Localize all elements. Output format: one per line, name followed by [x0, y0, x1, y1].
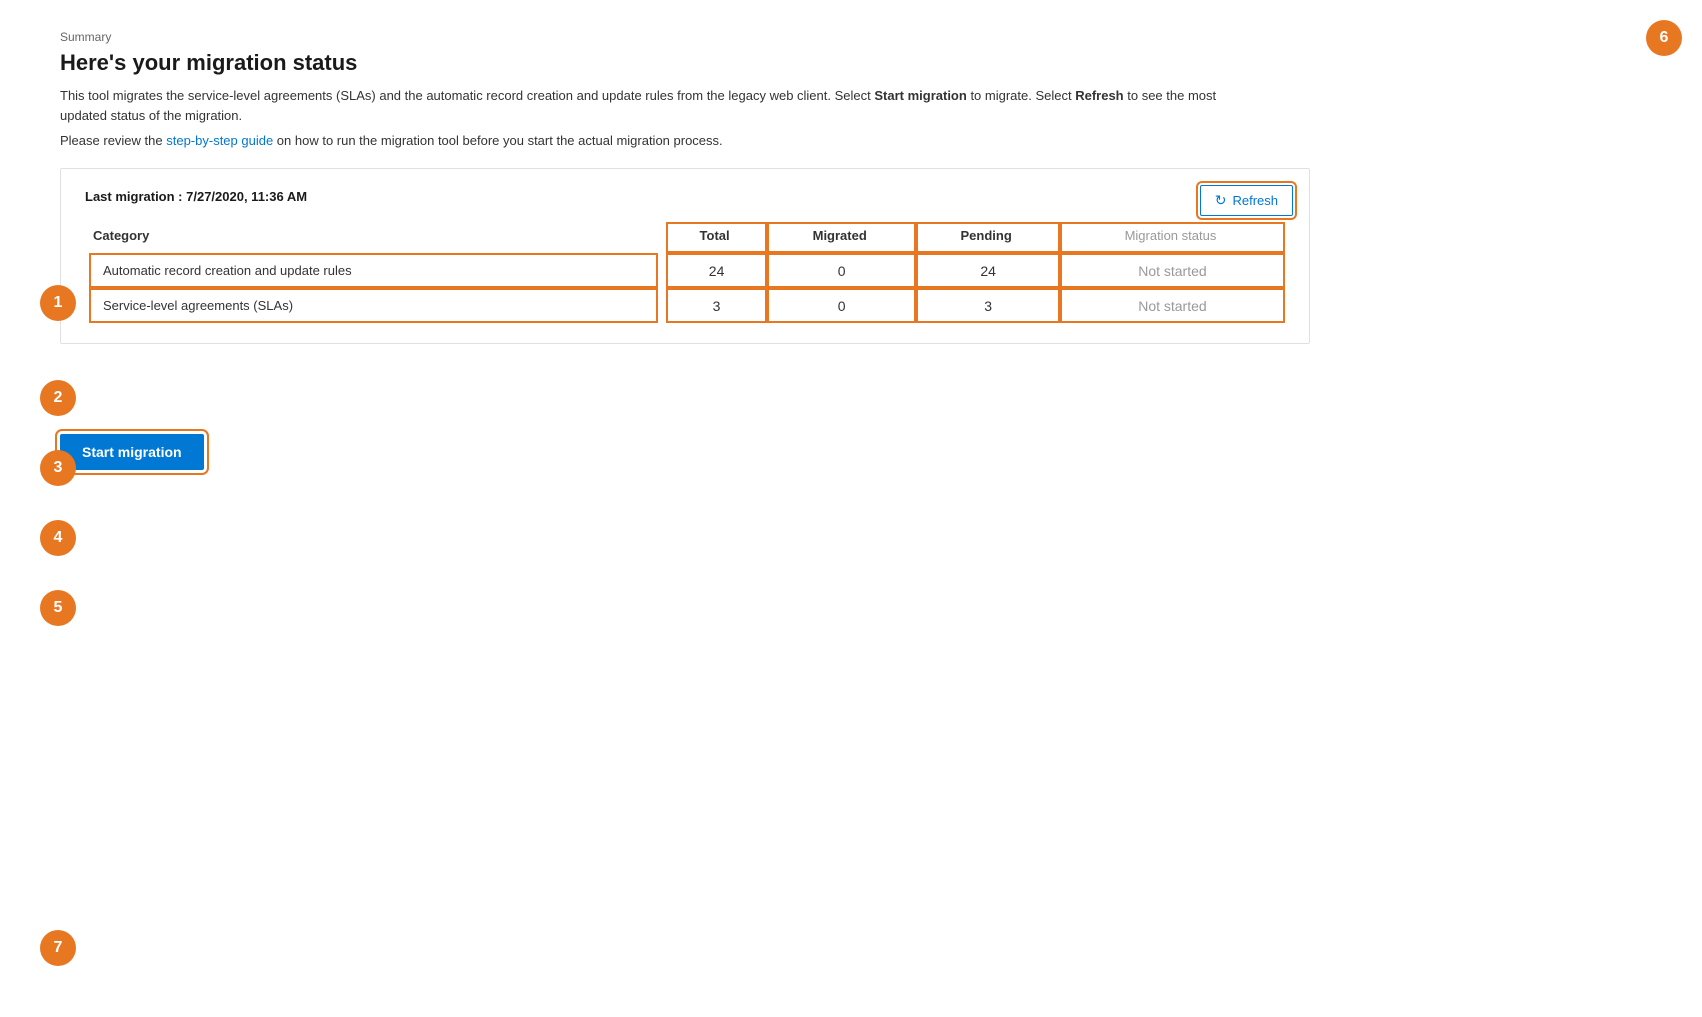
annotation-1: 1 [40, 285, 76, 321]
table-row: Automatic record creation and update rul… [85, 253, 1285, 288]
refresh-button[interactable]: ↻ Refresh [1200, 185, 1293, 216]
annotation-7: 7 [40, 930, 76, 966]
migration-table: Category Total Migrated Pending Migratio… [85, 222, 1285, 323]
annotation-6: 6 [1646, 20, 1682, 56]
status-cell-1: Not started [1060, 253, 1285, 288]
category-label-1: Automatic record creation and update rul… [93, 257, 654, 284]
bottom-section: Start migration [60, 404, 1642, 470]
annotation-4: 4 [40, 520, 76, 556]
pending-cell-2: 3 [916, 288, 1060, 323]
col-header-migrated: Migrated [767, 222, 916, 253]
page-title: Here's your migration status [60, 50, 1642, 76]
total-cell-1: 24 [666, 253, 767, 288]
col-header-category: Category [85, 222, 666, 253]
migration-card: Last migration : 7/27/2020, 11:36 AM ↻ R… [60, 168, 1310, 344]
annotation-3: 3 [40, 450, 76, 486]
status-text-2: Not started [1138, 298, 1206, 314]
guide-line: Please review the step-by-step guide on … [60, 133, 1642, 148]
category-label-2: Service-level agreements (SLAs) [93, 292, 654, 319]
migrated-cell-1: 0 [767, 253, 916, 288]
guide-link[interactable]: step-by-step guide [166, 133, 273, 148]
col-header-pending: Pending [916, 222, 1060, 253]
col-header-total: Total [666, 222, 767, 253]
annotation-5: 5 [40, 590, 76, 626]
summary-label: Summary [60, 30, 1642, 44]
start-migration-button[interactable]: Start migration [60, 434, 204, 470]
migrated-cell-2: 0 [767, 288, 916, 323]
category-cell-1: Automatic record creation and update rul… [85, 253, 666, 288]
last-migration-text: Last migration : 7/27/2020, 11:36 AM [85, 189, 1285, 204]
category-cell-2: Service-level agreements (SLAs) [85, 288, 666, 323]
table-row: Service-level agreements (SLAs) 3 0 3 No… [85, 288, 1285, 323]
total-cell-2: 3 [666, 288, 767, 323]
status-text-1: Not started [1138, 263, 1206, 279]
annotation-2: 2 [40, 380, 76, 416]
refresh-icon: ↻ [1215, 192, 1227, 209]
pending-cell-1: 24 [916, 253, 1060, 288]
description-text: This tool migrates the service-level agr… [60, 86, 1260, 125]
status-cell-2: Not started [1060, 288, 1285, 323]
col-header-status: Migration status [1060, 222, 1285, 253]
refresh-label: Refresh [1232, 193, 1278, 208]
